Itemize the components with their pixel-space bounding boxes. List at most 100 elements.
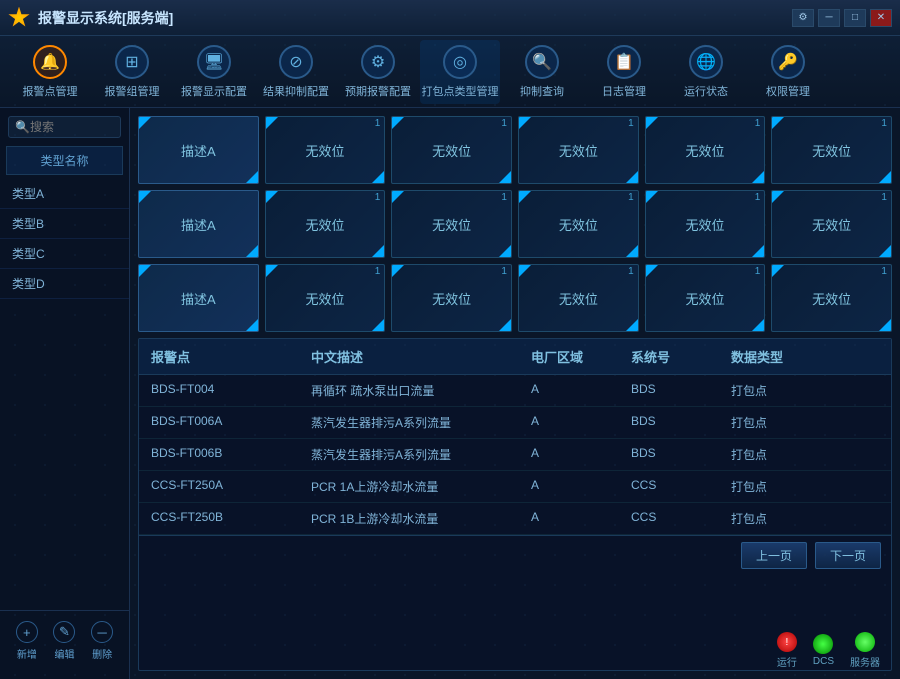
card-text-r1c1: 描述A bbox=[181, 141, 216, 160]
toolbar-label-result-suppress: 结果抑制配置 bbox=[263, 83, 329, 99]
card-text-r3c1: 描述A bbox=[181, 289, 216, 308]
card-num-r2c5: 1 bbox=[755, 192, 761, 203]
table-row[interactable]: CCS-FT250APCR 1A上游冷却水流量ACCS打包点 bbox=[139, 471, 891, 503]
card-num-r2c4: 1 bbox=[628, 192, 634, 203]
table-cell-area-4: A bbox=[519, 503, 619, 534]
window-controls: ⚙ ─ □ ✕ bbox=[792, 9, 892, 27]
toolbar-item-auth-mgmt[interactable]: 🔑 权限管理 bbox=[748, 40, 828, 104]
edit-icon: ✎ bbox=[53, 621, 75, 643]
status-dot-dcs bbox=[813, 634, 833, 654]
card-text-r3c4: 无效位 bbox=[559, 289, 598, 308]
status-item-run: !运行 bbox=[777, 632, 797, 669]
prev-page-button[interactable]: 上一页 bbox=[741, 542, 807, 569]
toolbar-icon-log-mgmt: 📋 bbox=[607, 45, 641, 79]
table-cell-desc-4: PCR 1B上游冷却水流量 bbox=[299, 503, 519, 534]
grid-card-r2c1[interactable]: 描述A bbox=[138, 190, 259, 258]
toolbar-item-suppress-query[interactable]: 🔍 抑制查询 bbox=[502, 40, 582, 104]
settings-button[interactable]: ⚙ bbox=[792, 9, 814, 27]
table-row[interactable]: CCS-FT250BPCR 1B上游冷却水流量ACCS打包点 bbox=[139, 503, 891, 535]
sidebar-item-typeC[interactable]: 类型C bbox=[0, 239, 129, 269]
table-cell-desc-2: 蒸汽发生器排污A系列流量 bbox=[299, 439, 519, 470]
grid-card-r3c4[interactable]: 1 无效位 bbox=[518, 264, 639, 332]
grid-card-r1c4[interactable]: 1 无效位 bbox=[518, 116, 639, 184]
toolbar-icon-alarm-group: ⊞ bbox=[115, 45, 149, 79]
next-page-button[interactable]: 下一页 bbox=[815, 542, 881, 569]
table-cell-sys-no-2: BDS bbox=[619, 439, 719, 470]
table-header: 报警点中文描述电厂区域系统号数据类型 bbox=[139, 339, 891, 375]
card-num-r3c2: 1 bbox=[375, 266, 381, 277]
status-label-run: 运行 bbox=[777, 654, 797, 669]
sidebar-item-typeB[interactable]: 类型B bbox=[0, 209, 129, 239]
card-num-r2c6: 1 bbox=[881, 192, 887, 203]
grid-card-r1c6[interactable]: 1 无效位 bbox=[771, 116, 892, 184]
toolbar-item-run-status[interactable]: 🌐 运行状态 bbox=[666, 40, 746, 104]
table-pagination: 上一页 下一页 bbox=[139, 535, 891, 575]
grid-card-r1c1[interactable]: 描述A bbox=[138, 116, 259, 184]
grid-row-2: 描述A 1 无效位 1 无效位 1 无效位 1 无效位 1 无效位 bbox=[138, 264, 892, 332]
sidebar-action-add[interactable]: + 新增 bbox=[16, 621, 38, 661]
toolbar-label-alarm-group: 报警组管理 bbox=[105, 83, 160, 99]
toolbar-item-result-suppress[interactable]: ⊘ 结果抑制配置 bbox=[256, 40, 336, 104]
table-row[interactable]: BDS-FT006B蒸汽发生器排污A系列流量ABDS打包点 bbox=[139, 439, 891, 471]
sidebar-item-typeA[interactable]: 类型A bbox=[0, 179, 129, 209]
grid-card-r2c6[interactable]: 1 无效位 bbox=[771, 190, 892, 258]
table-cell-desc-0: 再循环 疏水泵出口流量 bbox=[299, 375, 519, 406]
grid-card-r1c2[interactable]: 1 无效位 bbox=[265, 116, 386, 184]
app-title: 报警显示系统[服务端] bbox=[38, 8, 173, 28]
toolbar-item-log-mgmt[interactable]: 📋 日志管理 bbox=[584, 40, 664, 104]
grid-card-r3c1[interactable]: 描述A bbox=[138, 264, 259, 332]
table-cell-data-type-3: 打包点 bbox=[719, 471, 819, 502]
toolbar-label-alarm-display: 报警显示配置 bbox=[181, 83, 247, 99]
grid-card-r1c5[interactable]: 1 无效位 bbox=[645, 116, 766, 184]
grid-card-r1c3[interactable]: 1 无效位 bbox=[391, 116, 512, 184]
grid-card-r3c2[interactable]: 1 无效位 bbox=[265, 264, 386, 332]
card-num-r1c6: 1 bbox=[881, 118, 887, 129]
card-num-r1c2: 1 bbox=[375, 118, 381, 129]
grid-card-r3c6[interactable]: 1 无效位 bbox=[771, 264, 892, 332]
sidebar: 🔍 类型名称 类型A类型B类型C类型D + 新增 ✎ 编辑 － 删除 bbox=[0, 108, 130, 679]
table-header-plant-area: 电厂区域 bbox=[519, 339, 619, 374]
table-cell-data-type-2: 打包点 bbox=[719, 439, 819, 470]
card-num-r3c5: 1 bbox=[755, 266, 761, 277]
toolbar-item-alarm-point[interactable]: 🔔 报警点管理 bbox=[10, 40, 90, 104]
table-row[interactable]: BDS-FT004再循环 疏水泵出口流量ABDS打包点 bbox=[139, 375, 891, 407]
toolbar-item-alarm-group[interactable]: ⊞ 报警组管理 bbox=[92, 40, 172, 104]
search-box[interactable]: 🔍 bbox=[8, 116, 121, 138]
toolbar-label-log-mgmt: 日志管理 bbox=[602, 83, 646, 99]
sidebar-item-typeD[interactable]: 类型D bbox=[0, 269, 129, 299]
table-cell-area-0: A bbox=[519, 375, 619, 406]
table-cell-sys-no-0: BDS bbox=[619, 375, 719, 406]
grid-card-r2c3[interactable]: 1 无效位 bbox=[391, 190, 512, 258]
grid-card-r2c2[interactable]: 1 无效位 bbox=[265, 190, 386, 258]
status-bar: !运行DCS服务器 bbox=[777, 632, 880, 669]
status-item-dcs: DCS bbox=[813, 634, 834, 667]
toolbar-icon-run-status: 🌐 bbox=[689, 45, 723, 79]
grid-card-r2c4[interactable]: 1 无效位 bbox=[518, 190, 639, 258]
card-num-r1c5: 1 bbox=[755, 118, 761, 129]
toolbar-item-predict-config[interactable]: ⚙ 预期报警配置 bbox=[338, 40, 418, 104]
grid-card-r3c3[interactable]: 1 无效位 bbox=[391, 264, 512, 332]
edit-label: 编辑 bbox=[54, 646, 74, 661]
table-body: BDS-FT004再循环 疏水泵出口流量ABDS打包点BDS-FT006A蒸汽发… bbox=[139, 375, 891, 535]
sidebar-action-delete[interactable]: － 删除 bbox=[91, 621, 113, 661]
toolbar-item-alarm-display[interactable]: 🖥 报警显示配置 bbox=[174, 40, 254, 104]
grid-card-r3c5[interactable]: 1 无效位 bbox=[645, 264, 766, 332]
close-button[interactable]: ✕ bbox=[870, 9, 892, 27]
toolbar-item-pack-type[interactable]: ◎ 打包点类型管理 bbox=[420, 40, 500, 104]
search-input[interactable] bbox=[30, 120, 110, 134]
card-text-r1c4: 无效位 bbox=[559, 141, 598, 160]
toolbar-icon-pack-type: ◎ bbox=[443, 45, 477, 79]
maximize-button[interactable]: □ bbox=[844, 9, 866, 27]
grid-row-0: 描述A 1 无效位 1 无效位 1 无效位 1 无效位 1 无效位 bbox=[138, 116, 892, 184]
add-icon: + bbox=[16, 621, 38, 643]
grid-card-r2c5[interactable]: 1 无效位 bbox=[645, 190, 766, 258]
title-left: 报警显示系统[服务端] bbox=[8, 7, 173, 29]
toolbar-icon-alarm-display: 🖥 bbox=[197, 45, 231, 79]
minimize-button[interactable]: ─ bbox=[818, 9, 840, 27]
card-num-r3c4: 1 bbox=[628, 266, 634, 277]
grid-row-1: 描述A 1 无效位 1 无效位 1 无效位 1 无效位 1 无效位 bbox=[138, 190, 892, 258]
status-dot-server bbox=[855, 632, 875, 652]
add-label: 新增 bbox=[17, 646, 37, 661]
sidebar-action-edit[interactable]: ✎ 编辑 bbox=[53, 621, 75, 661]
table-row[interactable]: BDS-FT006A蒸汽发生器排污A系列流量ABDS打包点 bbox=[139, 407, 891, 439]
